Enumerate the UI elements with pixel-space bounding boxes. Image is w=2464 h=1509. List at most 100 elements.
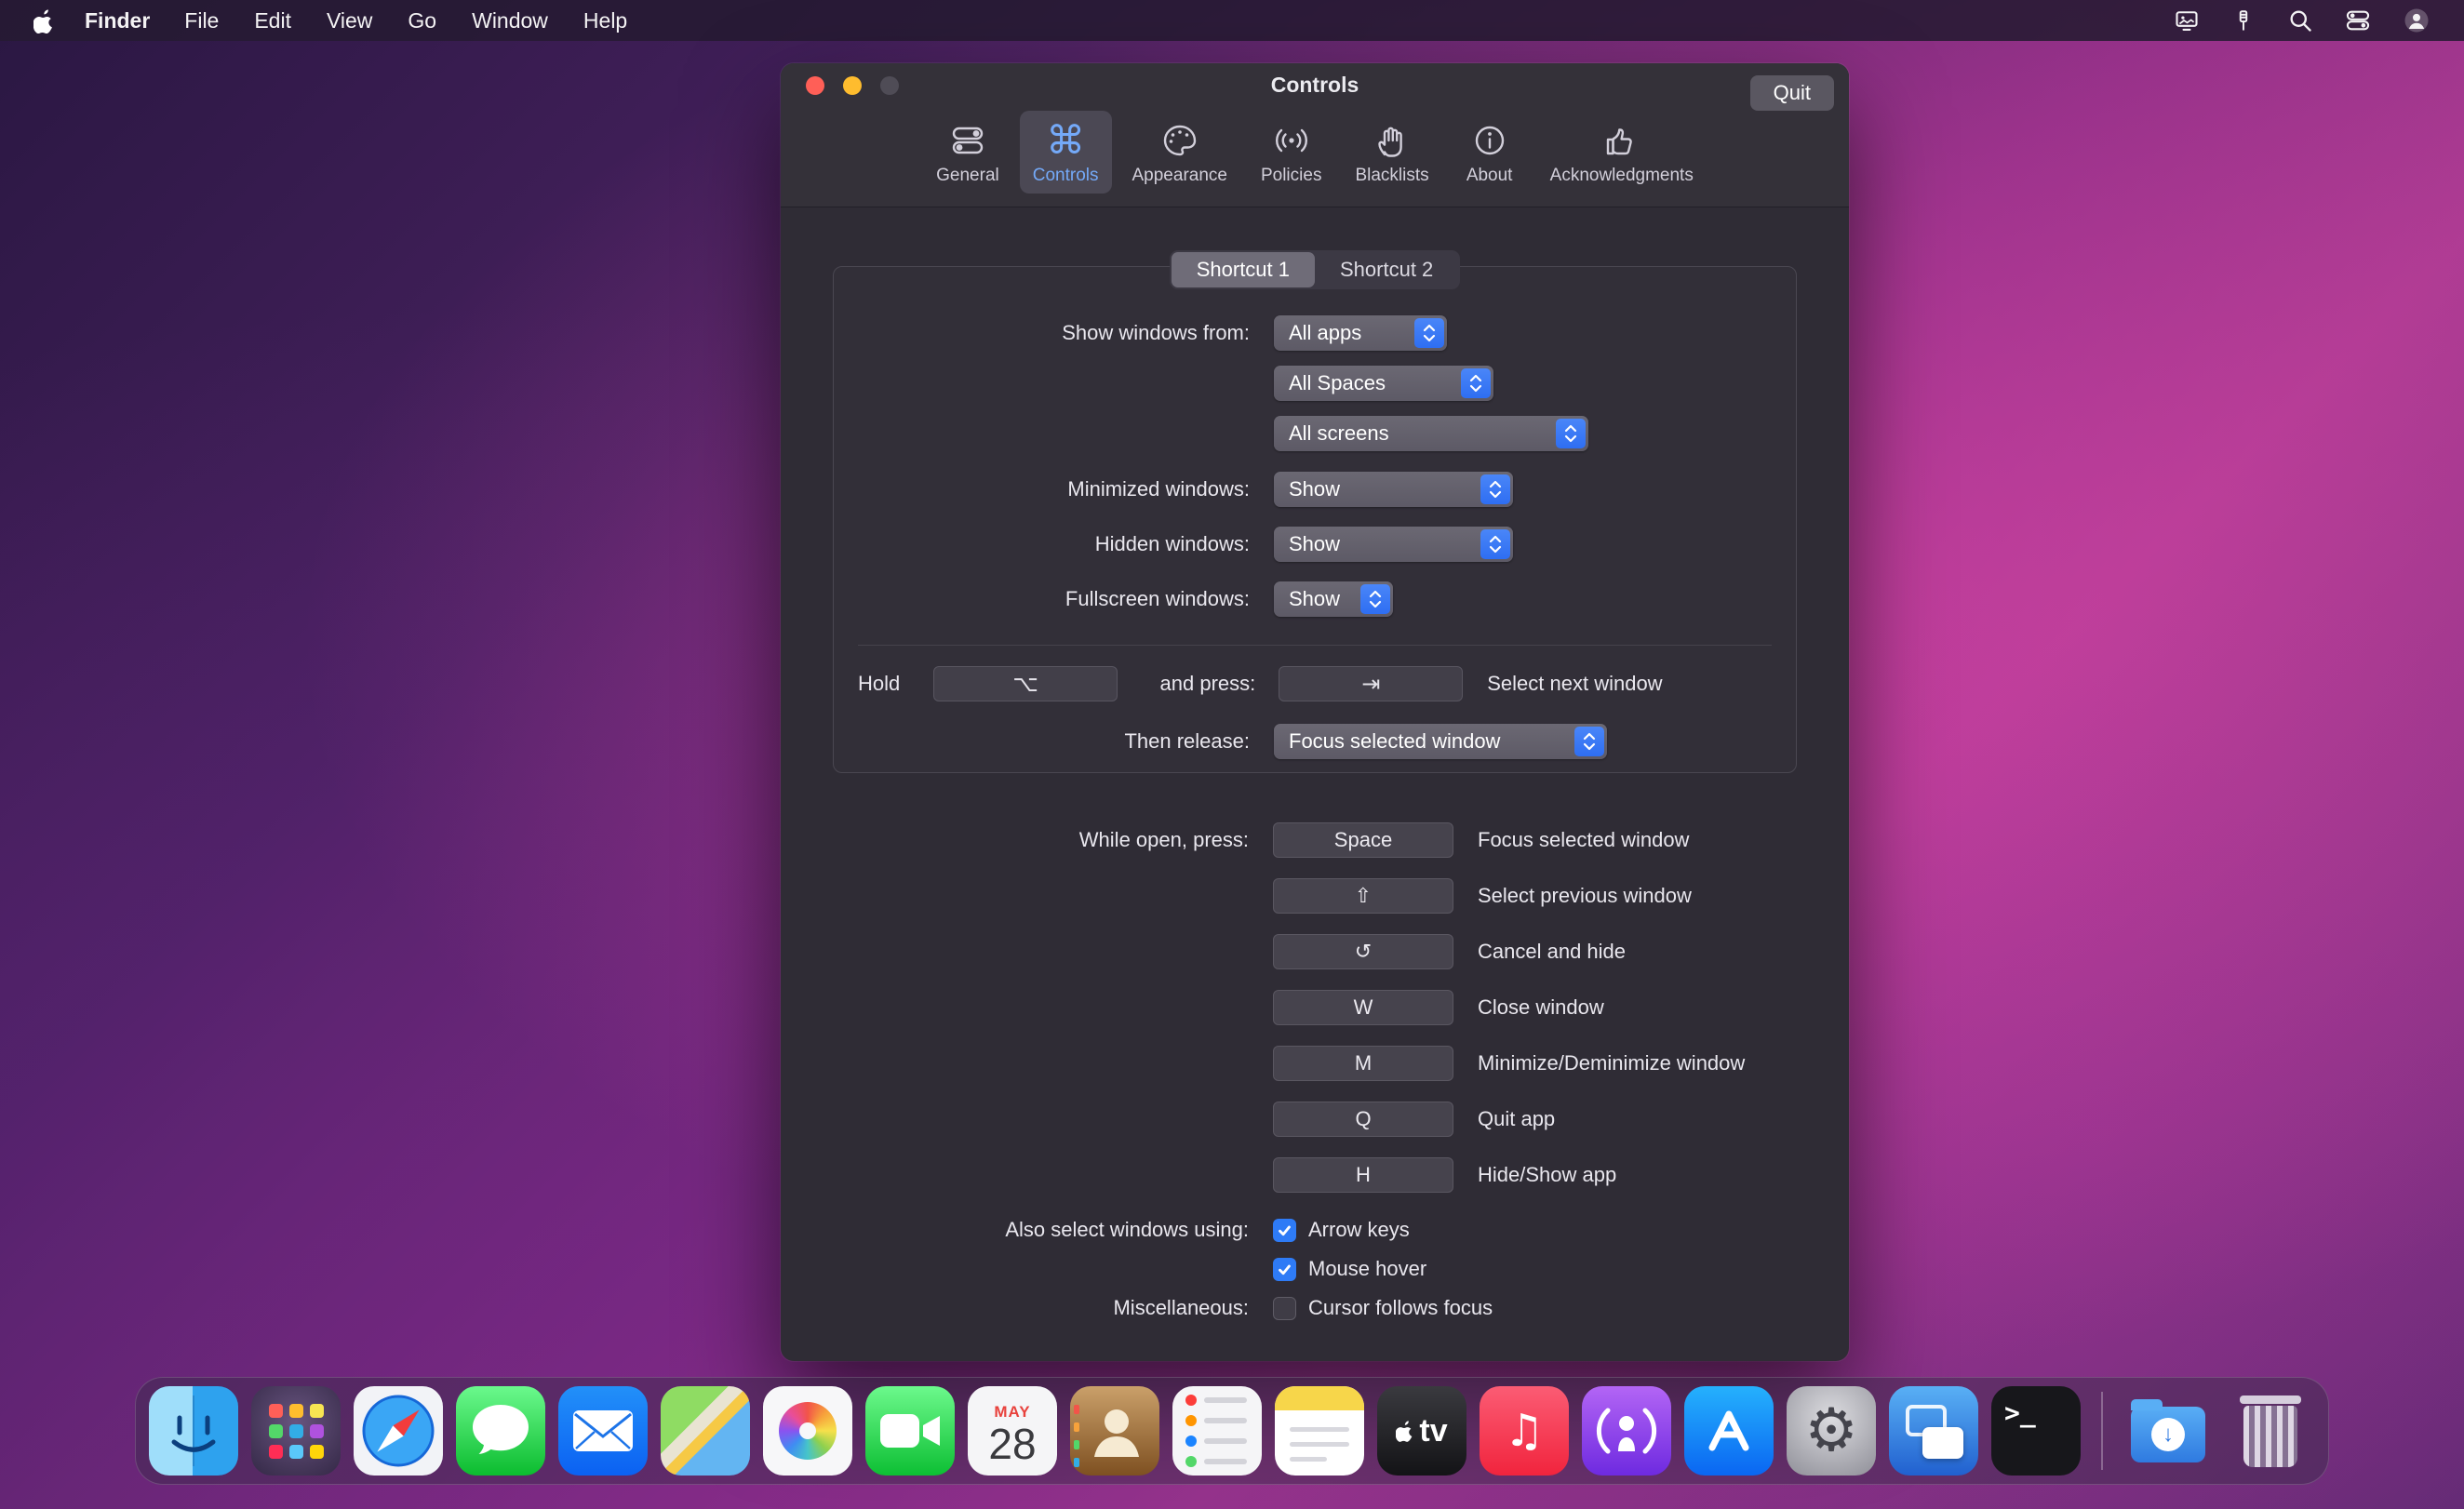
dock-mail-icon[interactable]: [558, 1386, 648, 1476]
escape-key-button[interactable]: ↺: [1273, 934, 1453, 969]
dock-facetime-icon[interactable]: [865, 1386, 955, 1476]
cursor-follows-focus-label: Cursor follows focus: [1308, 1296, 1493, 1320]
toolbar-tab-general[interactable]: General: [923, 111, 1012, 194]
stepper-icon: [1360, 584, 1390, 614]
dock-finder-icon[interactable]: [149, 1386, 238, 1476]
tab-shortcut-1[interactable]: Shortcut 1: [1172, 252, 1315, 287]
toolbar-tab-appearance[interactable]: Appearance: [1119, 111, 1240, 194]
spaces-dropdown[interactable]: All Spaces: [1274, 366, 1493, 401]
m-key-button[interactable]: M: [1273, 1046, 1453, 1081]
select-next-window-label: Select next window: [1487, 672, 1662, 696]
menu-window[interactable]: Window: [472, 8, 548, 33]
minimized-dropdown[interactable]: Show: [1274, 472, 1513, 507]
toolbar-tab-controls[interactable]: ⌘ Controls: [1020, 111, 1112, 194]
controls-pane: Shortcut 1 Shortcut 2 Show windows from:…: [781, 207, 1849, 1320]
display-icon[interactable]: [2174, 7, 2200, 33]
toolbar-tab-policies[interactable]: Policies: [1248, 111, 1334, 194]
screens-dropdown[interactable]: All screens: [1274, 416, 1588, 451]
active-app-name[interactable]: Finder: [85, 8, 150, 33]
tab-shortcut-2[interactable]: Shortcut 2: [1315, 252, 1458, 287]
downloads-arrow: ↓: [2151, 1418, 2185, 1451]
dock-reminders-icon[interactable]: [1172, 1386, 1262, 1476]
press-key-recorder[interactable]: ⇥: [1279, 666, 1463, 701]
menu-go[interactable]: Go: [408, 8, 436, 33]
hand-icon: [1373, 120, 1411, 161]
mouse-hover-checkbox[interactable]: [1273, 1258, 1296, 1281]
while-open-label: While open, press:: [781, 828, 1249, 852]
dock-apple-tv-icon[interactable]: tv: [1377, 1386, 1466, 1476]
toolbar-label: Policies: [1261, 166, 1321, 186]
dock-music-icon[interactable]: ♫: [1480, 1386, 1569, 1476]
apps-dropdown[interactable]: All apps: [1274, 315, 1447, 351]
user-icon[interactable]: [2403, 7, 2431, 34]
q-key-button[interactable]: Q: [1273, 1102, 1453, 1137]
dock-trash-icon[interactable]: [2226, 1386, 2315, 1476]
arrow-keys-checkbox[interactable]: [1273, 1219, 1296, 1242]
then-release-dropdown[interactable]: Focus selected window: [1274, 724, 1607, 759]
shortcut-desc: Hide/Show app: [1478, 1163, 1616, 1187]
also-select-label: Also select windows using:: [781, 1218, 1249, 1242]
fullscreen-dropdown-value: Show: [1289, 587, 1340, 611]
menu-help[interactable]: Help: [583, 8, 627, 33]
launchpad-grid: [269, 1404, 324, 1459]
window-title: Controls: [781, 63, 1849, 107]
dock-safari-icon[interactable]: [354, 1386, 443, 1476]
toolbar-tab-blacklists[interactable]: Blacklists: [1342, 111, 1441, 194]
notes-line: [1290, 1427, 1349, 1432]
dock-alttab-icon[interactable]: [1889, 1386, 1978, 1476]
stepper-icon: [1414, 318, 1444, 348]
shortcut-desc: Close window: [1478, 995, 1604, 1020]
dock-contacts-icon[interactable]: [1070, 1386, 1159, 1476]
calendar-day: 28: [988, 1422, 1036, 1466]
w-key-button[interactable]: W: [1273, 990, 1453, 1025]
apple-menu[interactable]: [33, 8, 55, 33]
options-section: Also select windows using: Arrow keys Mo…: [781, 1218, 1849, 1320]
dock-photos-icon[interactable]: [763, 1386, 852, 1476]
hidden-windows-label: Hidden windows:: [834, 532, 1250, 556]
dock-calendar-icon[interactable]: MAY 28: [968, 1386, 1057, 1476]
dock-maps-icon[interactable]: [661, 1386, 750, 1476]
dock-terminal-icon[interactable]: >_: [1991, 1386, 2081, 1476]
dock-app-store-icon[interactable]: [1684, 1386, 1774, 1476]
spotlight-icon[interactable]: [2287, 7, 2313, 33]
dock-messages-icon[interactable]: [456, 1386, 545, 1476]
shift-key-button[interactable]: ⇧: [1273, 878, 1453, 914]
quit-button[interactable]: Quit: [1750, 75, 1834, 111]
menubar-status-area: [2174, 7, 2431, 34]
toolbar-tab-acknowledgments[interactable]: Acknowledgments: [1537, 111, 1707, 194]
menu-view[interactable]: View: [327, 8, 372, 33]
dock-launchpad-icon[interactable]: [251, 1386, 341, 1476]
hold-key-recorder[interactable]: ⌥: [933, 666, 1118, 701]
fullscreen-dropdown[interactable]: Show: [1274, 581, 1393, 617]
cursor-follows-focus-checkbox[interactable]: [1273, 1297, 1296, 1320]
dock-system-preferences-icon[interactable]: ⚙: [1787, 1386, 1876, 1476]
stepper-icon: [1480, 529, 1510, 559]
dock-downloads-icon[interactable]: ↓: [2123, 1386, 2213, 1476]
terminal-prompt-glyph: >_: [2004, 1397, 2036, 1428]
notes-band: [1275, 1386, 1364, 1410]
while-open-section: While open, press: Space Focus selected …: [781, 822, 1849, 1193]
notes-line: [1290, 1457, 1327, 1462]
toolbar-tab-about[interactable]: About: [1450, 111, 1530, 194]
dock-podcasts-icon[interactable]: [1582, 1386, 1671, 1476]
menu-file[interactable]: File: [184, 8, 219, 33]
dock-notes-icon[interactable]: [1275, 1386, 1364, 1476]
toolbar-label: Controls: [1033, 166, 1099, 186]
menu-edit[interactable]: Edit: [254, 8, 291, 33]
space-key-button[interactable]: Space: [1273, 822, 1453, 858]
screens-dropdown-value: All screens: [1289, 421, 1389, 446]
shortcut-desc: Minimize/Deminimize window: [1478, 1051, 1745, 1075]
hidden-dropdown[interactable]: Show: [1274, 527, 1513, 562]
dongle-icon[interactable]: [2231, 7, 2256, 33]
shortcut-desc: Select previous window: [1478, 884, 1692, 908]
trash-body: [2243, 1406, 2297, 1467]
control-center-icon[interactable]: [2345, 7, 2371, 33]
toggles-icon: [949, 120, 986, 161]
alttab-front-window: [1922, 1427, 1963, 1459]
h-key-button[interactable]: H: [1273, 1157, 1453, 1193]
stepper-icon: [1461, 368, 1491, 398]
arrow-keys-label: Arrow keys: [1308, 1218, 1410, 1242]
hold-label: Hold: [858, 672, 900, 696]
shortcut-desc: Focus selected window: [1478, 828, 1689, 852]
toolbar-label: Appearance: [1132, 166, 1227, 186]
